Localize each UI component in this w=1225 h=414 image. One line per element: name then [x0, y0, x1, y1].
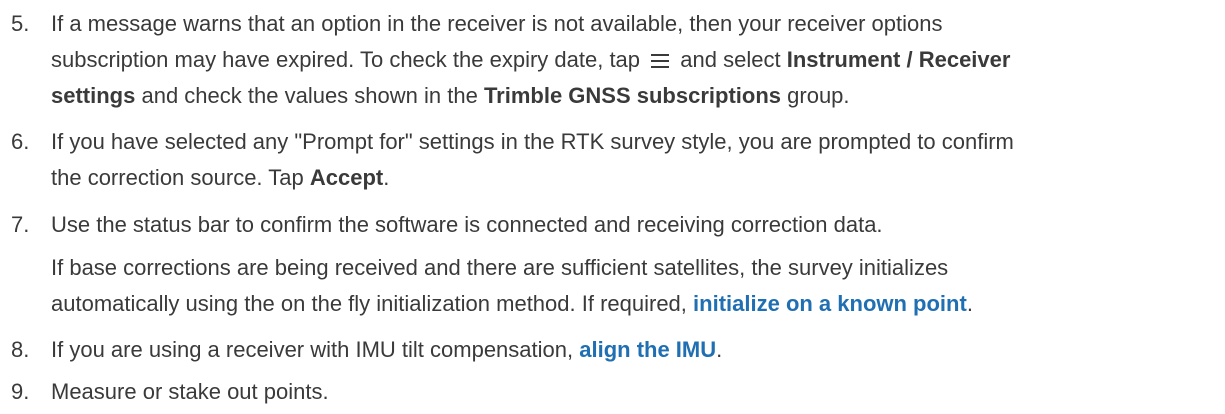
menu-path-label: Instrument / Receiver	[786, 47, 1011, 72]
step-number: 8.	[11, 337, 30, 362]
step-text-line: If you are using a receiver with IMU til…	[51, 337, 723, 362]
step-text-line: If a message warns that an option in the…	[51, 11, 943, 36]
menu-path-label: settings	[51, 83, 136, 108]
step-note-line: If base corrections are being received a…	[51, 255, 949, 280]
align-imu-link[interactable]: align the IMU	[579, 337, 716, 362]
initialize-known-point-link[interactable]: initialize on a known point	[693, 291, 967, 316]
group-name-label: Trimble GNSS subscriptions	[483, 83, 782, 108]
step-number: 9.	[11, 379, 30, 404]
menu-icon	[650, 47, 670, 77]
step-text-line: Use the status bar to confirm the softwa…	[51, 212, 883, 237]
step-text-line: Measure or stake out points.	[51, 379, 329, 404]
step-number: 5.	[11, 11, 30, 36]
step-number: 6.	[11, 129, 30, 154]
step-number: 7.	[11, 212, 30, 237]
step-text-line: the correction source. Tap Accept.	[51, 165, 390, 190]
step-text-line: subscription may have expired. To check …	[51, 45, 1010, 77]
step-text-line: If you have selected any "Prompt for" se…	[51, 129, 1014, 154]
step-note-line: automatically using the on the fly initi…	[51, 291, 973, 316]
step-text-line: settings and check the values shown in t…	[51, 83, 850, 108]
procedure-steps: 5. If a message warns that an option in …	[0, 0, 1225, 414]
accept-label: Accept	[309, 165, 384, 190]
